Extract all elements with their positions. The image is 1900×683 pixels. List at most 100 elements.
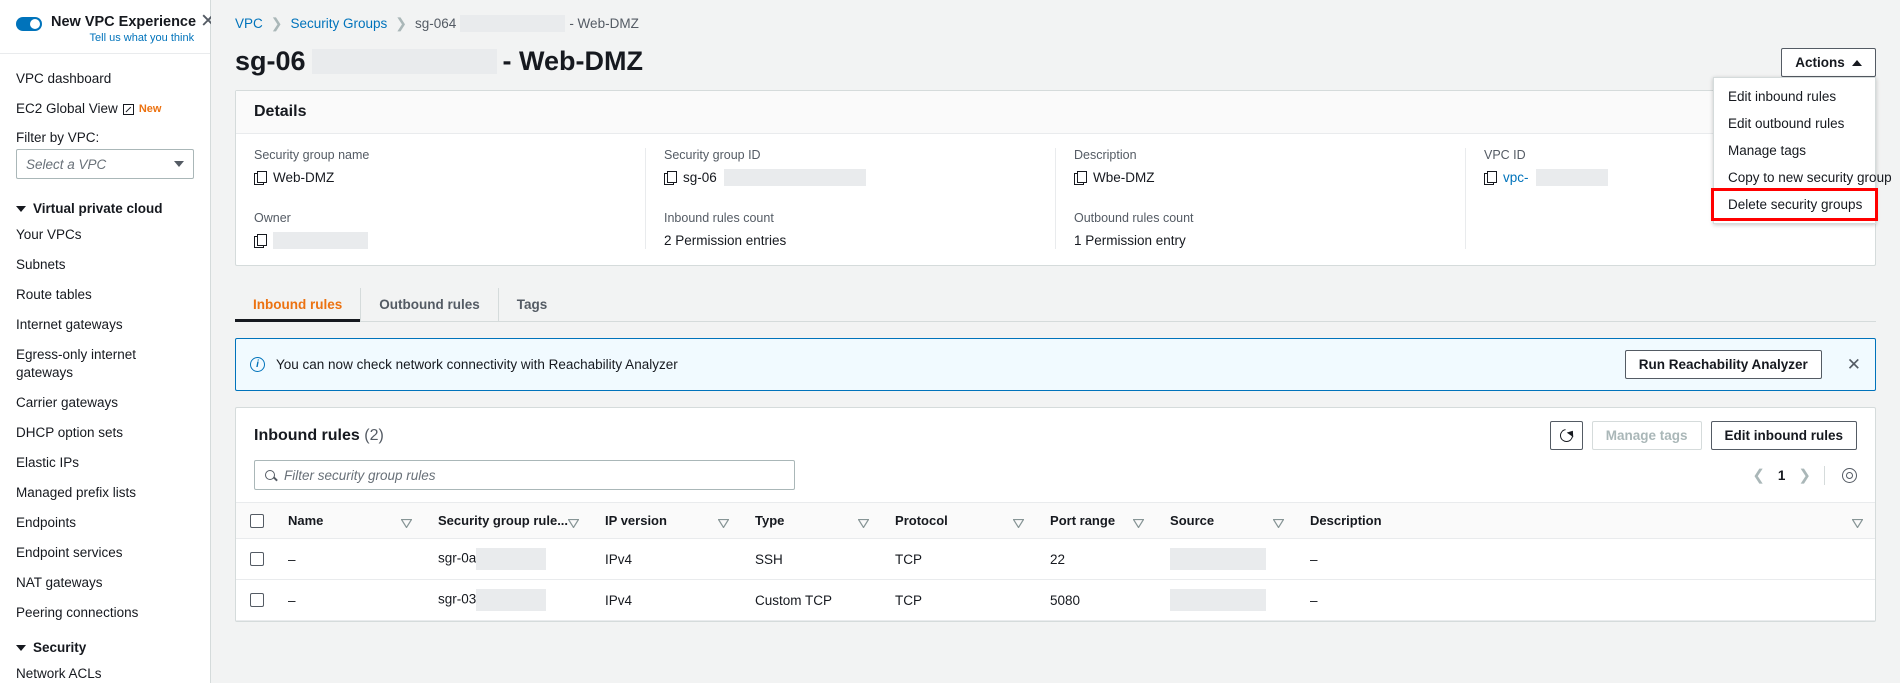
copy-icon[interactable]	[1074, 170, 1087, 185]
cell-text: TCP	[895, 551, 923, 567]
feedback-link[interactable]: Tell us what you think	[51, 32, 196, 44]
next-page-icon[interactable]: ❯	[1798, 466, 1811, 484]
sidebar: New VPC Experience Tell us what you thin…	[0, 0, 216, 683]
pagination: ❮ 1 ❯	[1752, 465, 1857, 485]
gear-icon[interactable]	[1842, 467, 1857, 483]
previous-page-icon[interactable]: ❮	[1752, 466, 1765, 484]
sidebar-item-endpoint-services[interactable]: Endpoint services	[0, 538, 210, 568]
redacted-block	[1535, 168, 1608, 186]
detail-value-text: 2 Permission entries	[664, 232, 787, 248]
cell-text: –	[288, 592, 296, 608]
sort-icon[interactable]	[717, 516, 730, 529]
row-checkbox[interactable]	[250, 552, 264, 566]
cell-description: –	[1296, 579, 1875, 621]
sidebar-group-label: Security	[33, 640, 87, 655]
sidebar-item-carrier-gateways[interactable]: Carrier gateways	[0, 388, 210, 418]
cell-text: SSH	[755, 551, 783, 567]
menu-item-copy-to-new-security-group[interactable]: Copy to new security group	[1714, 164, 1892, 191]
manage-tags-button[interactable]: Manage tags	[1591, 421, 1702, 450]
vpc-filter-select[interactable]: Select a VPC	[16, 149, 194, 179]
info-icon: i	[250, 357, 265, 372]
cell-port-range: 5080	[1036, 579, 1157, 621]
detail-value: 2 Permission entries	[664, 231, 1037, 249]
new-vpc-experience-toggle[interactable]	[16, 17, 42, 31]
sort-icon[interactable]	[857, 516, 870, 529]
sidebar-item-endpoints[interactable]: Endpoints	[0, 508, 210, 538]
sidebar-item-subnets[interactable]: Subnets	[0, 250, 210, 280]
copy-icon[interactable]	[254, 233, 267, 248]
tab-outbound-rules[interactable]: Outbound rules	[361, 288, 499, 321]
actions-button[interactable]: Actions	[1781, 48, 1876, 77]
details-column: Security group name Web-DMZ Owner	[236, 148, 645, 249]
column-header-label: Protocol	[895, 513, 948, 528]
page-number[interactable]: 1	[1778, 468, 1786, 483]
sort-icon[interactable]	[1851, 516, 1864, 529]
sidebar-item-vpc-dashboard[interactable]: VPC dashboard	[0, 64, 210, 94]
sort-icon[interactable]	[567, 516, 580, 529]
detail-label: Description	[1074, 148, 1137, 162]
detail-label: Security group ID	[664, 148, 761, 162]
select-all-checkbox[interactable]	[250, 513, 264, 528]
sidebar-group-virtual-private-cloud[interactable]: Virtual private cloud	[0, 189, 210, 220]
cell-text: sgr-03	[438, 591, 477, 607]
sidebar-item-ec2-global-view[interactable]: EC2 Global View New	[0, 94, 210, 124]
breadcrumb-security-groups[interactable]: Security Groups	[291, 16, 388, 31]
sidebar-item-elastic-ips[interactable]: Elastic IPs	[0, 448, 210, 478]
detail-value: Wbe-DMZ	[1074, 168, 1447, 186]
sidebar-item-egress-only-internet-gateways[interactable]: Egress-only internet gateways	[0, 340, 210, 388]
sidebar-item-network-acls[interactable]: Network ACLs	[0, 659, 210, 683]
menu-item-manage-tags[interactable]: Manage tags	[1714, 137, 1875, 164]
sidebar-item-peering-connections[interactable]: Peering connections	[0, 598, 210, 628]
column-header-description: Description	[1296, 502, 1875, 539]
sidebar-item-nat-gateways[interactable]: NAT gateways	[0, 568, 210, 598]
table-row[interactable]: – sgr-0a IPv4 SSH TCP 22 –	[236, 538, 1875, 580]
table-row[interactable]: – sgr-03 IPv4 Custom TCP TCP 5080 –	[236, 579, 1875, 621]
sidebar-item-route-tables[interactable]: Route tables	[0, 280, 210, 310]
cell-rule-id: sgr-03	[424, 579, 592, 621]
menu-item-delete-security-groups[interactable]: Delete security groups	[1711, 188, 1878, 221]
sidebar-item-your-vpcs[interactable]: Your VPCs	[0, 220, 210, 250]
redacted-block	[1170, 589, 1267, 611]
sort-icon[interactable]	[1132, 516, 1145, 529]
cell-text: –	[1310, 551, 1318, 567]
sort-icon[interactable]	[1272, 516, 1285, 529]
edit-inbound-rules-button[interactable]: Edit inbound rules	[1710, 421, 1857, 450]
detail-label: Outbound rules count	[1074, 211, 1194, 225]
sort-icon[interactable]	[400, 516, 413, 529]
sidebar-item-managed-prefix-lists[interactable]: Managed prefix lists	[0, 478, 210, 508]
row-checkbox[interactable]	[250, 593, 264, 607]
refresh-icon	[1557, 426, 1576, 445]
tab-inbound-rules[interactable]: Inbound rules	[235, 288, 362, 322]
copy-icon[interactable]	[664, 170, 677, 185]
actions-menu: Edit inbound rules Edit outbound rules Man…	[1711, 77, 1892, 224]
run-reachability-analyzer-button[interactable]: Run Reachability Analyzer	[1624, 350, 1822, 379]
copy-icon[interactable]	[254, 170, 267, 185]
menu-item-edit-inbound-rules[interactable]: Edit inbound rules	[1714, 83, 1875, 110]
breadcrumb-vpc[interactable]: VPC	[235, 16, 263, 31]
detail-value-text[interactable]: vpc-	[1503, 170, 1529, 185]
divider	[1824, 465, 1825, 485]
vpc-console: New VPC Experience Tell us what you thin…	[0, 0, 1900, 683]
sidebar-item-internet-gateways[interactable]: Internet gateways	[0, 310, 210, 340]
refresh-button[interactable]	[1549, 421, 1583, 450]
column-header-name: Name	[274, 502, 424, 539]
redacted-block	[460, 15, 566, 32]
filter-row: Filter security group rules ❮ 1 ❯	[236, 450, 1875, 502]
new-vpc-experience-title: New VPC Experience	[51, 14, 197, 30]
column-header-label: Source	[1170, 513, 1215, 528]
search-input[interactable]: Filter security group rules	[254, 460, 795, 490]
breadcrumb-separator: ❯	[270, 15, 283, 31]
menu-item-edit-outbound-rules[interactable]: Edit outbound rules	[1714, 110, 1875, 137]
sort-icon[interactable]	[1012, 516, 1025, 529]
cell-ip-version: IPv4	[591, 538, 742, 580]
inbound-rules-title: Inbound rules (2)	[254, 427, 1550, 445]
cell-text: –	[1310, 592, 1318, 608]
tab-tags[interactable]: Tags	[499, 288, 566, 321]
chevron-down-icon	[16, 205, 26, 212]
copy-icon[interactable]	[1484, 170, 1497, 185]
close-icon[interactable]: ✕	[1847, 355, 1861, 375]
redacted-block	[476, 589, 547, 611]
sidebar-group-security[interactable]: Security	[0, 628, 210, 659]
sidebar-item-dhcp-option-sets[interactable]: DHCP option sets	[0, 418, 210, 448]
tab-bar: Inbound rules Outbound rules Tags	[235, 288, 1876, 322]
